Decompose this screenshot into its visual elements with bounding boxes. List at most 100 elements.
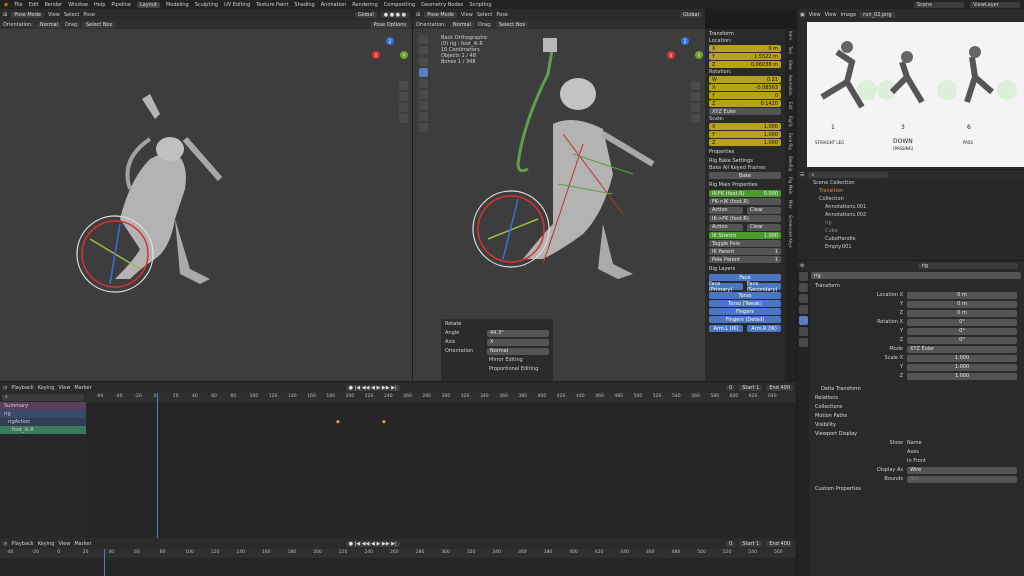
rotation-y-field[interactable]: Y0 [709, 92, 781, 99]
end-frame-field[interactable]: End 400 [766, 384, 793, 391]
ik-to-fk-button[interactable]: IK->FK (foot.R) [709, 215, 781, 222]
axis-dropdown[interactable]: X [487, 338, 549, 346]
character-model-right[interactable] [463, 34, 683, 304]
x-axis-icon[interactable]: X [667, 51, 675, 59]
name-checkbox[interactable]: Name [907, 440, 1017, 446]
scale-x-field[interactable]: X 1.000 [709, 123, 781, 130]
transform-section-header[interactable]: Transform [705, 29, 785, 38]
menu-pose[interactable]: Pose [83, 12, 95, 18]
relax-tool-icon[interactable] [418, 123, 428, 132]
outliner-search[interactable]: ⌕ [808, 171, 889, 178]
mode-selector[interactable]: Pose Mode [11, 11, 44, 18]
scene-selector[interactable]: Scene [914, 1, 964, 8]
editor-type-icon[interactable]: ⚙ [800, 263, 804, 269]
layer-torso-button[interactable]: Torso [709, 292, 781, 299]
pole-parent-field[interactable]: Pole Parent 1 [709, 256, 781, 263]
menu-image[interactable]: Image [840, 12, 856, 18]
render-tab-icon[interactable] [798, 283, 808, 292]
editor-type-icon[interactable]: ▣ [800, 12, 805, 18]
delta-transform-header[interactable]: Delta Transform [811, 384, 1021, 393]
character-model-left[interactable] [60, 79, 260, 309]
menu-select[interactable]: Select [477, 12, 492, 18]
location-z-field[interactable]: Z 0.06038 m [709, 61, 781, 68]
channel-foot-ik[interactable]: foot_ik.R [0, 426, 86, 434]
output-tab-icon[interactable] [798, 294, 808, 303]
viewport-right[interactable]: ⊞ Pose Mode View Select Pose Global Orie… [413, 9, 705, 381]
axes-checkbox[interactable]: Axes [907, 449, 1017, 455]
sidebar-tab-animation[interactable]: Animation [788, 73, 793, 97]
bounds-dropdown[interactable]: Box [907, 475, 1017, 483]
pose-options-button[interactable]: Pose Options [370, 21, 409, 28]
orientation-dropdown[interactable]: Normal [487, 347, 549, 355]
rotation-w-field[interactable]: W 0.21 [709, 76, 781, 83]
tab-shading[interactable]: Shading [294, 2, 314, 8]
menu-pipeline[interactable]: Pipeline [111, 2, 131, 8]
orientation-dropdown[interactable]: Normal [449, 21, 475, 28]
viewlayer-selector[interactable]: ViewLayer [970, 1, 1020, 8]
layer-fingers-button[interactable]: Fingers [709, 308, 781, 315]
object-tab-icon[interactable] [798, 316, 808, 325]
menu-playback[interactable]: Playback [11, 541, 33, 547]
angle-field[interactable]: 44.3° [487, 329, 549, 337]
channel-summary[interactable]: Summary [0, 402, 86, 410]
drag-dropdown[interactable]: Select Box [495, 21, 529, 28]
sidebar-tab-screencast[interactable]: Screencast Keys [788, 213, 793, 250]
proportional-checkbox[interactable]: Proportional Editing [489, 366, 538, 372]
menu-view-2[interactable]: View [825, 12, 837, 18]
y-axis-icon[interactable]: Y [695, 51, 703, 59]
collections-header[interactable]: Collections [811, 402, 1021, 411]
outliner-scene-collection[interactable]: Scene Collection [797, 179, 1024, 187]
tab-scripting[interactable]: Scripting [469, 2, 491, 8]
tab-compositing[interactable]: Compositing [384, 2, 415, 8]
mirror-checkbox[interactable]: Mirror Editing [489, 357, 523, 363]
location-x-field[interactable]: 0 m [907, 291, 1017, 299]
end-frame-field[interactable]: End 400 [766, 540, 793, 547]
layer-face-secondary-button[interactable]: Face (Secondary) [747, 281, 781, 293]
ik-fk-slider[interactable]: IK-FK (foot.R) 0.000 [709, 190, 781, 197]
annotate-tool-icon[interactable] [418, 101, 428, 110]
current-frame-field[interactable]: 0 [726, 384, 736, 391]
rig-main-header[interactable]: Rig Main Properties [705, 180, 785, 189]
rotate-tool-icon[interactable] [418, 68, 428, 77]
camera-icon[interactable] [690, 103, 700, 112]
tool-tab-icon[interactable] [798, 272, 808, 281]
sidebar-tab-edit[interactable]: Edit [788, 100, 793, 112]
menu-playback[interactable]: Playback [11, 385, 33, 391]
keyframe[interactable]: ◆ [382, 419, 386, 425]
camera-icon[interactable] [398, 103, 408, 112]
rotation-z-field[interactable]: 0° [907, 336, 1017, 344]
z-axis-icon[interactable]: Z [681, 37, 689, 45]
ik-stretch-slider[interactable]: IK Stretch 1.000 [709, 232, 781, 239]
menu-marker[interactable]: Marker [74, 541, 91, 547]
rotation-x-field[interactable]: 0° [907, 318, 1017, 326]
scale-tool-icon[interactable] [418, 79, 428, 88]
menu-edit[interactable]: Edit [29, 2, 39, 8]
sidebar-tab-misc[interactable]: Misc [788, 198, 793, 211]
move-tool-icon[interactable] [418, 57, 428, 66]
bake-all-checkbox[interactable]: Bake All Keyed Frames [705, 165, 785, 171]
transform-orientation[interactable]: Global [680, 11, 702, 18]
rotation-z-field[interactable]: Z 0.1420 [709, 100, 781, 107]
custom-properties-header[interactable]: Custom Properties [811, 484, 1021, 493]
start-frame-field[interactable]: Start 1 [739, 384, 763, 391]
menu-keying[interactable]: Keying [38, 541, 55, 547]
navigation-gizmo[interactable]: Z X Y [667, 37, 703, 73]
properties-section-header[interactable]: Properties [705, 147, 785, 156]
sidebar-tab-face-rig[interactable]: Face Rig [788, 131, 793, 152]
mode-selector[interactable]: Pose Mode [424, 11, 457, 18]
menu-window[interactable]: Window [68, 2, 88, 8]
layer-torso-tweak-button[interactable]: Torso (Tweak) [709, 300, 781, 307]
location-y-field[interactable]: 0 m [907, 300, 1017, 308]
tab-sculpting[interactable]: Sculpting [195, 2, 218, 8]
visibility-header[interactable]: Visibility [811, 420, 1021, 429]
outliner-item[interactable]: Cube [797, 227, 1024, 235]
hand-icon[interactable] [690, 92, 700, 101]
action-button[interactable]: Action [709, 206, 743, 214]
grid-icon[interactable] [690, 114, 700, 123]
scale-z-field[interactable]: Z 1.000 [709, 139, 781, 146]
hand-icon[interactable] [398, 92, 408, 101]
action-button[interactable]: Action [709, 223, 743, 231]
dope-sheet-keyframe-area[interactable]: -60 -40 -20 0 20 40 60 80 100 120 140 160 180 200 220 2… [86, 393, 796, 538]
fk-to-ik-button[interactable]: FK->IK (foot.R) [709, 198, 781, 205]
playback-controls[interactable]: ● |◀ ◀◀ ◀ ▶ ▶▶ ▶| [345, 540, 400, 547]
